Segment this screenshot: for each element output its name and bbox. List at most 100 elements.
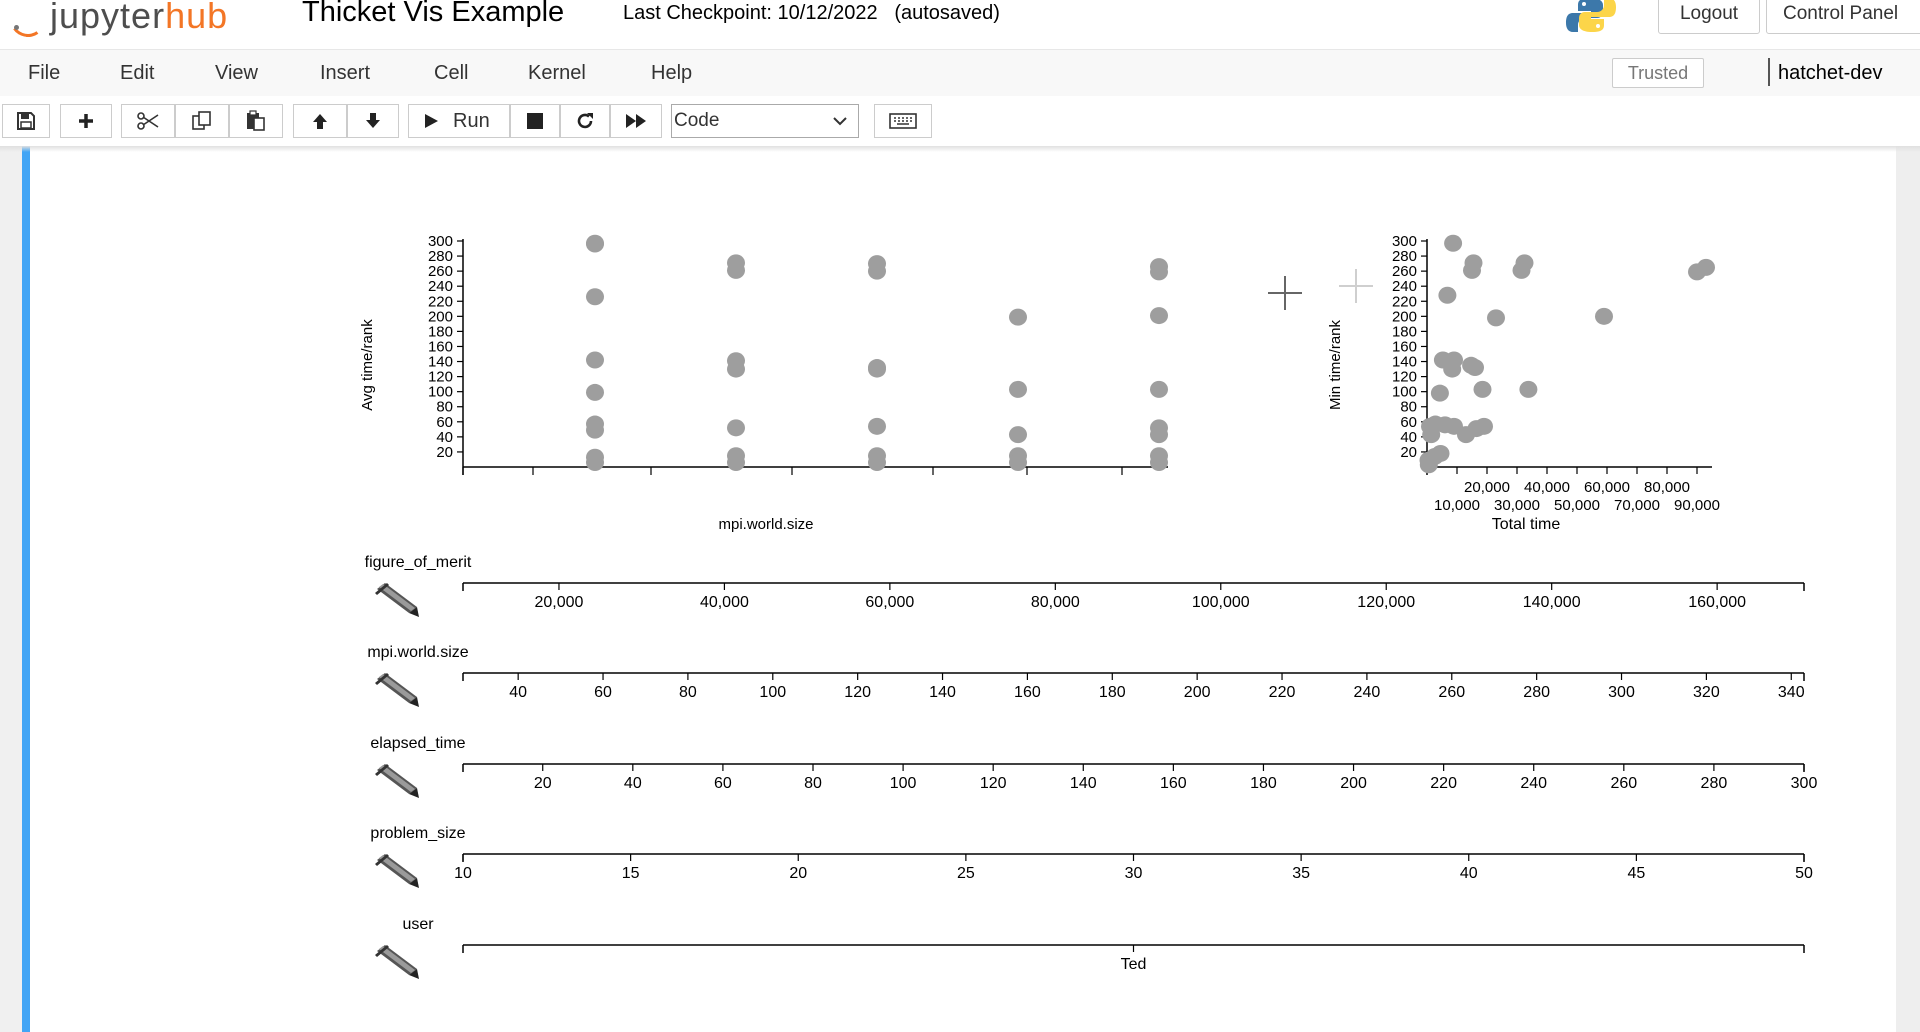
axis-tick-label: 260 bbox=[1610, 775, 1637, 792]
y-tick-label: 300 bbox=[428, 233, 453, 250]
y-tick-label: 20 bbox=[436, 444, 453, 461]
axis-tick-label: 200 bbox=[1340, 775, 1367, 792]
axis-tick-label: 200 bbox=[1184, 684, 1211, 701]
axis-tick-label: 140,000 bbox=[1523, 594, 1581, 611]
x-axis-label: mpi.world.size bbox=[718, 516, 813, 533]
axis-tick-label: 30 bbox=[1125, 865, 1143, 882]
y-tick-label: 280 bbox=[428, 248, 453, 265]
y-tick-label: 120 bbox=[428, 369, 453, 386]
y-tick-label: 140 bbox=[428, 354, 453, 371]
axis-tick-label: 60 bbox=[594, 684, 612, 701]
axis-tick-label: 25 bbox=[957, 865, 975, 882]
parallel-axes: figure_of_merit 20,000 40,000 60,000 80,000 1… bbox=[365, 554, 1818, 979]
scatter-point bbox=[868, 262, 886, 280]
scatter-point bbox=[1519, 380, 1538, 398]
axis-tick-label: 300 bbox=[1791, 775, 1818, 792]
scatter-point bbox=[1150, 453, 1168, 471]
scatter-point bbox=[1443, 360, 1462, 378]
y-axis-label: Min time/rank bbox=[1327, 319, 1344, 410]
axis-tick-label: 80,000 bbox=[1031, 594, 1080, 611]
scatter-point bbox=[1150, 426, 1168, 444]
scatter-point bbox=[1438, 286, 1457, 304]
scatter-point bbox=[1150, 380, 1168, 398]
scatter-point bbox=[1595, 307, 1613, 325]
total-vs-min-time-scatter-plot: 2040608010012014016018020022024026028030… bbox=[1327, 233, 1720, 533]
axis-tick-label: 20,000 bbox=[534, 594, 583, 611]
axis-label-elapsed-time: elapsed_time bbox=[370, 735, 465, 752]
scatter-point bbox=[586, 351, 604, 369]
axis-label-mpi-world-size: mpi.world.size bbox=[367, 644, 468, 661]
axis-tick-label: 60 bbox=[714, 775, 732, 792]
axis-tick-label: 220 bbox=[1430, 775, 1457, 792]
scatter-point bbox=[1009, 380, 1027, 398]
axis-tick-label: 120,000 bbox=[1357, 594, 1415, 611]
axis-tick-label: 320 bbox=[1693, 684, 1720, 701]
pencil-icon bbox=[375, 673, 419, 707]
scatter-point bbox=[1473, 380, 1492, 398]
pencil-icon bbox=[375, 945, 419, 979]
x-tick-label: 10,000 bbox=[1434, 497, 1480, 514]
y-tick-label: 60 bbox=[1400, 414, 1417, 431]
pencil-icon bbox=[375, 854, 419, 888]
y-tick-label: 20 bbox=[1400, 444, 1417, 461]
axis-tick-label: 160,000 bbox=[1688, 594, 1746, 611]
scatter-point bbox=[586, 383, 604, 401]
axis-tick-label: 160 bbox=[1160, 775, 1187, 792]
y-tick-label: 240 bbox=[1392, 278, 1417, 295]
scatter-point bbox=[1009, 426, 1027, 444]
scatter-point bbox=[586, 288, 604, 306]
axis-tick-label: 180 bbox=[1099, 684, 1126, 701]
x-tick-label: 60,000 bbox=[1584, 479, 1630, 496]
scatter-point bbox=[727, 419, 745, 437]
y-axis-label: Avg time/rank bbox=[359, 319, 376, 411]
axis-tick-label: 160 bbox=[1014, 684, 1041, 701]
scatter-point bbox=[1422, 426, 1441, 444]
axis-tick-label: 100 bbox=[759, 684, 786, 701]
axis-label-figure-of-merit: figure_of_merit bbox=[365, 554, 472, 571]
scatter-point bbox=[1487, 309, 1505, 327]
axis-tick-label: 20 bbox=[789, 865, 807, 882]
x-tick-label: 80,000 bbox=[1644, 479, 1690, 496]
scatter-point bbox=[1419, 456, 1438, 474]
axis-tick-label: 280 bbox=[1523, 684, 1550, 701]
axis-tick-label: 240 bbox=[1354, 684, 1381, 701]
scatter-point bbox=[1009, 453, 1027, 471]
scatter-point bbox=[868, 417, 886, 435]
axis-tick-label: 180 bbox=[1250, 775, 1277, 792]
thicket-visualization[interactable]: 2040608010012014016018020022024026028030… bbox=[0, 0, 1920, 1032]
y-tick-label: 160 bbox=[1392, 338, 1417, 355]
scatter-point bbox=[1150, 307, 1168, 325]
y-tick-label: 120 bbox=[1392, 369, 1417, 386]
scatter-point bbox=[1009, 308, 1027, 326]
scatter-point bbox=[1150, 263, 1168, 281]
pencil-icon bbox=[375, 764, 419, 798]
x-tick-label: 90,000 bbox=[1674, 497, 1720, 514]
axis-tick-label: 280 bbox=[1701, 775, 1728, 792]
axis-tick-label: 120 bbox=[980, 775, 1007, 792]
axis-tick-label: 260 bbox=[1438, 684, 1465, 701]
pencil-icon bbox=[375, 583, 419, 617]
x-tick-label: 50,000 bbox=[1554, 497, 1600, 514]
y-tick-label: 40 bbox=[1400, 429, 1417, 446]
axis-label-user: user bbox=[402, 916, 434, 933]
y-tick-label: 40 bbox=[436, 429, 453, 446]
axis-tick-label: Ted bbox=[1121, 956, 1147, 973]
axis-label-problem-size: problem_size bbox=[370, 825, 465, 842]
x-tick-label: 30,000 bbox=[1494, 497, 1540, 514]
axis-tick-label: 340 bbox=[1778, 684, 1805, 701]
axis-tick-label: 120 bbox=[844, 684, 871, 701]
y-tick-label: 220 bbox=[1392, 293, 1417, 310]
axis-tick-label: 10 bbox=[454, 865, 472, 882]
scatter-point bbox=[868, 453, 886, 471]
axis-tick-label: 40,000 bbox=[700, 594, 749, 611]
axis-tick-label: 240 bbox=[1520, 775, 1547, 792]
crosshair-icon bbox=[1339, 269, 1373, 303]
axis-tick-label: 220 bbox=[1269, 684, 1296, 701]
axis-tick-label: 140 bbox=[929, 684, 956, 701]
axis-tick-label: 80 bbox=[804, 775, 822, 792]
scatter-point bbox=[586, 453, 604, 471]
axis-tick-label: 40 bbox=[1460, 865, 1478, 882]
y-tick-label: 80 bbox=[1400, 399, 1417, 416]
scatter-point bbox=[586, 235, 604, 253]
y-tick-label: 200 bbox=[428, 308, 453, 325]
